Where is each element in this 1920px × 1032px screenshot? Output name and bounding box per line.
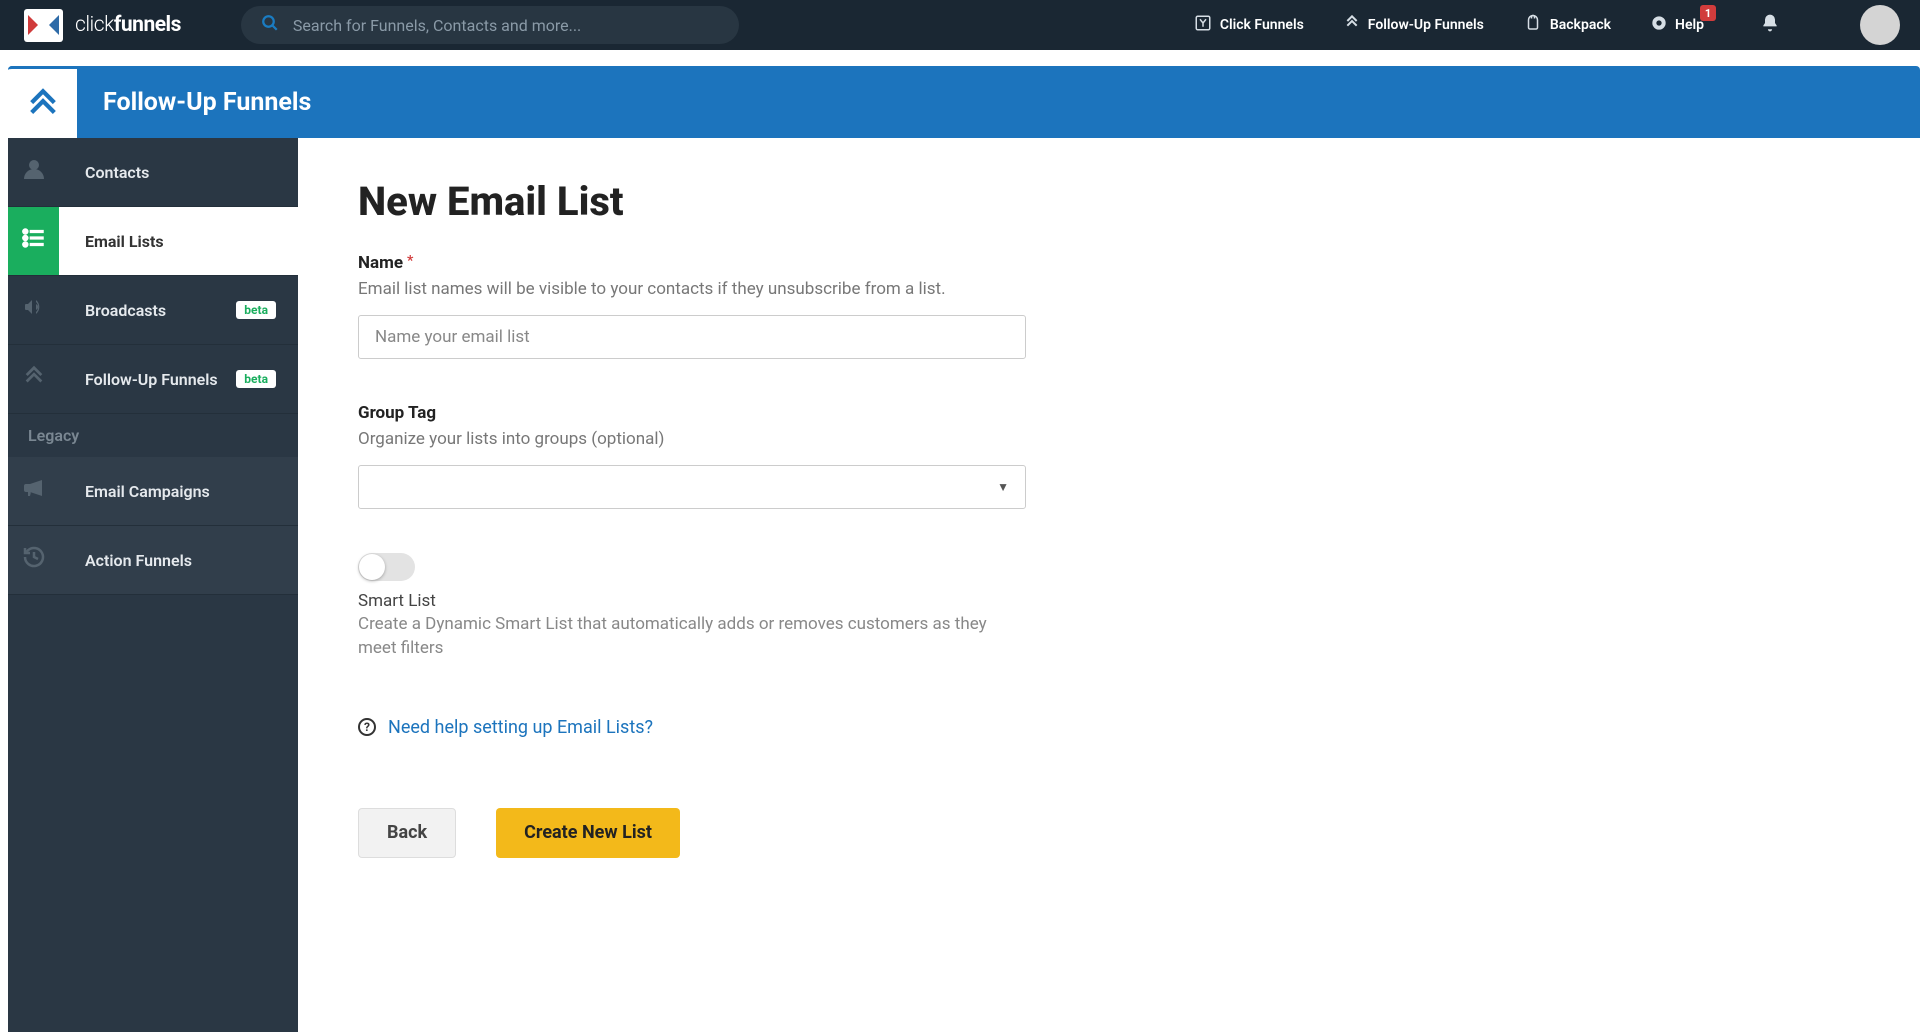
create-button[interactable]: Create New List <box>496 808 680 858</box>
sidebar-item-broadcasts[interactable]: Broadcasts beta <box>8 276 298 345</box>
help-link-row: ? Need help setting up Email Lists? <box>358 717 1860 738</box>
list-icon <box>21 225 47 257</box>
blue-header: Follow-Up Funnels <box>8 66 1920 138</box>
avatar[interactable] <box>1860 5 1900 45</box>
nav-label: Follow-Up Funnels <box>1368 17 1484 33</box>
logo-text-light: click <box>75 13 114 37</box>
sidebar-item-label: Email Lists <box>85 232 280 251</box>
help-link[interactable]: Need help setting up Email Lists? <box>388 717 653 738</box>
name-field-group: Name * Email list names will be visible … <box>358 253 1860 359</box>
bullhorn-icon <box>22 476 46 506</box>
name-label-text: Name <box>358 253 403 273</box>
group-tag-select[interactable]: ▼ <box>358 465 1026 509</box>
help-circle-icon: ? <box>358 718 376 736</box>
smart-list-label: Smart List <box>358 591 1860 611</box>
nav-backpack[interactable]: Backpack <box>1524 14 1611 36</box>
name-help: Email list names will be visible to your… <box>358 279 1860 299</box>
megaphone-icon <box>22 295 46 325</box>
beta-badge: beta <box>236 301 276 319</box>
search-input[interactable] <box>293 16 719 35</box>
name-input[interactable] <box>358 315 1026 359</box>
page-title: New Email List <box>358 178 1860 225</box>
nav-follow-up-funnels[interactable]: Follow-Up Funnels <box>1344 15 1484 35</box>
chevrons-up-icon <box>1344 15 1360 35</box>
chevrons-up-icon <box>23 365 45 393</box>
search-icon <box>261 14 279 36</box>
help-icon <box>1651 15 1667 35</box>
smart-list-description: Create a Dynamic Smart List that automat… <box>358 613 998 661</box>
button-row: Back Create New List <box>358 808 1860 858</box>
name-label: Name * <box>358 253 1860 273</box>
sidebar-item-email-campaigns[interactable]: Email Campaigns <box>8 457 298 526</box>
group-tag-help: Organize your lists into groups (optiona… <box>358 429 1860 449</box>
logo-text-bold: funnels <box>114 13 181 37</box>
sidebar-item-follow-up-noitem[interactable]: Follow-Up Funnels beta <box>8 345 298 414</box>
sidebar-item-label: Email Campaigns <box>85 482 280 501</box>
sidebar-item-contacts[interactable]: Contacts <box>8 138 298 207</box>
group-tag-label: Group Tag <box>358 403 1860 423</box>
required-star-icon: * <box>407 253 413 269</box>
nav-click-funnels[interactable]: Click Funnels <box>1194 14 1304 36</box>
history-icon <box>22 545 46 575</box>
top-nav: Click Funnels Follow-Up Funnels Backpack… <box>1194 5 1900 45</box>
sidebar-item-label: Broadcasts <box>85 301 236 320</box>
main-content: New Email List Name * Email list names w… <box>298 138 1920 1032</box>
blue-header-icon-box[interactable] <box>8 66 77 138</box>
nav-label: Click Funnels <box>1220 17 1304 33</box>
back-button[interactable]: Back <box>358 808 456 858</box>
smart-list-group: Smart List Create a Dynamic Smart List t… <box>358 553 1860 661</box>
nav-label: Backpack <box>1550 17 1611 33</box>
sidebar: Contacts Email Lists Broadcasts beta <box>8 138 298 1032</box>
group-tag-field-group: Group Tag Organize your lists into group… <box>358 403 1860 509</box>
sidebar-item-email-lists[interactable]: Email Lists <box>8 207 298 276</box>
help-badge: 1 <box>1700 5 1716 21</box>
bell-icon[interactable] <box>1760 13 1780 37</box>
beta-badge: beta <box>236 370 276 388</box>
blue-header-title: Follow-Up Funnels <box>103 88 311 117</box>
logo-text[interactable]: clickfunnels <box>75 13 181 37</box>
sidebar-item-action-funnels[interactable]: Action Funnels <box>8 526 298 595</box>
sidebar-section-legacy: Legacy <box>8 414 298 457</box>
search-box[interactable] <box>241 6 739 44</box>
smart-list-toggle[interactable] <box>358 553 415 581</box>
nav-help[interactable]: Help 1 <box>1651 15 1704 35</box>
sidebar-item-label: Follow-Up Funnels <box>85 370 236 389</box>
funnel-icon <box>1194 14 1212 36</box>
sidebar-item-label: Contacts <box>85 163 280 182</box>
logo-icon[interactable] <box>24 9 63 42</box>
toggle-knob <box>359 554 385 580</box>
sidebar-item-label: Action Funnels <box>85 551 280 570</box>
caret-down-icon: ▼ <box>997 480 1009 494</box>
chevrons-up-icon <box>26 87 60 121</box>
user-icon <box>22 157 46 187</box>
backpack-icon <box>1524 14 1542 36</box>
topbar: clickfunnels Click Funnels Follow-Up Fun… <box>0 0 1920 50</box>
